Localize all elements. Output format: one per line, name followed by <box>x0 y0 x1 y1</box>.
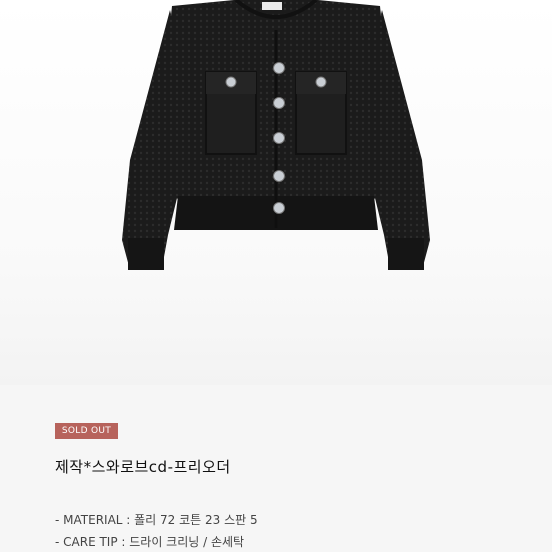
care-tip-spec: - CARE TIP : 드라이 크리닝 / 손세탁 <box>55 535 245 549</box>
sold-out-badge: SOLD OUT <box>55 423 118 439</box>
product-photo[interactable] <box>0 0 552 385</box>
product-title[interactable]: 제작*스와로브cd-프리오더 <box>55 456 231 477</box>
black-knit-cardigan-icon <box>122 0 430 270</box>
material-spec: - MATERIAL : 폴리 72 코튼 23 스판 5 <box>55 513 258 527</box>
